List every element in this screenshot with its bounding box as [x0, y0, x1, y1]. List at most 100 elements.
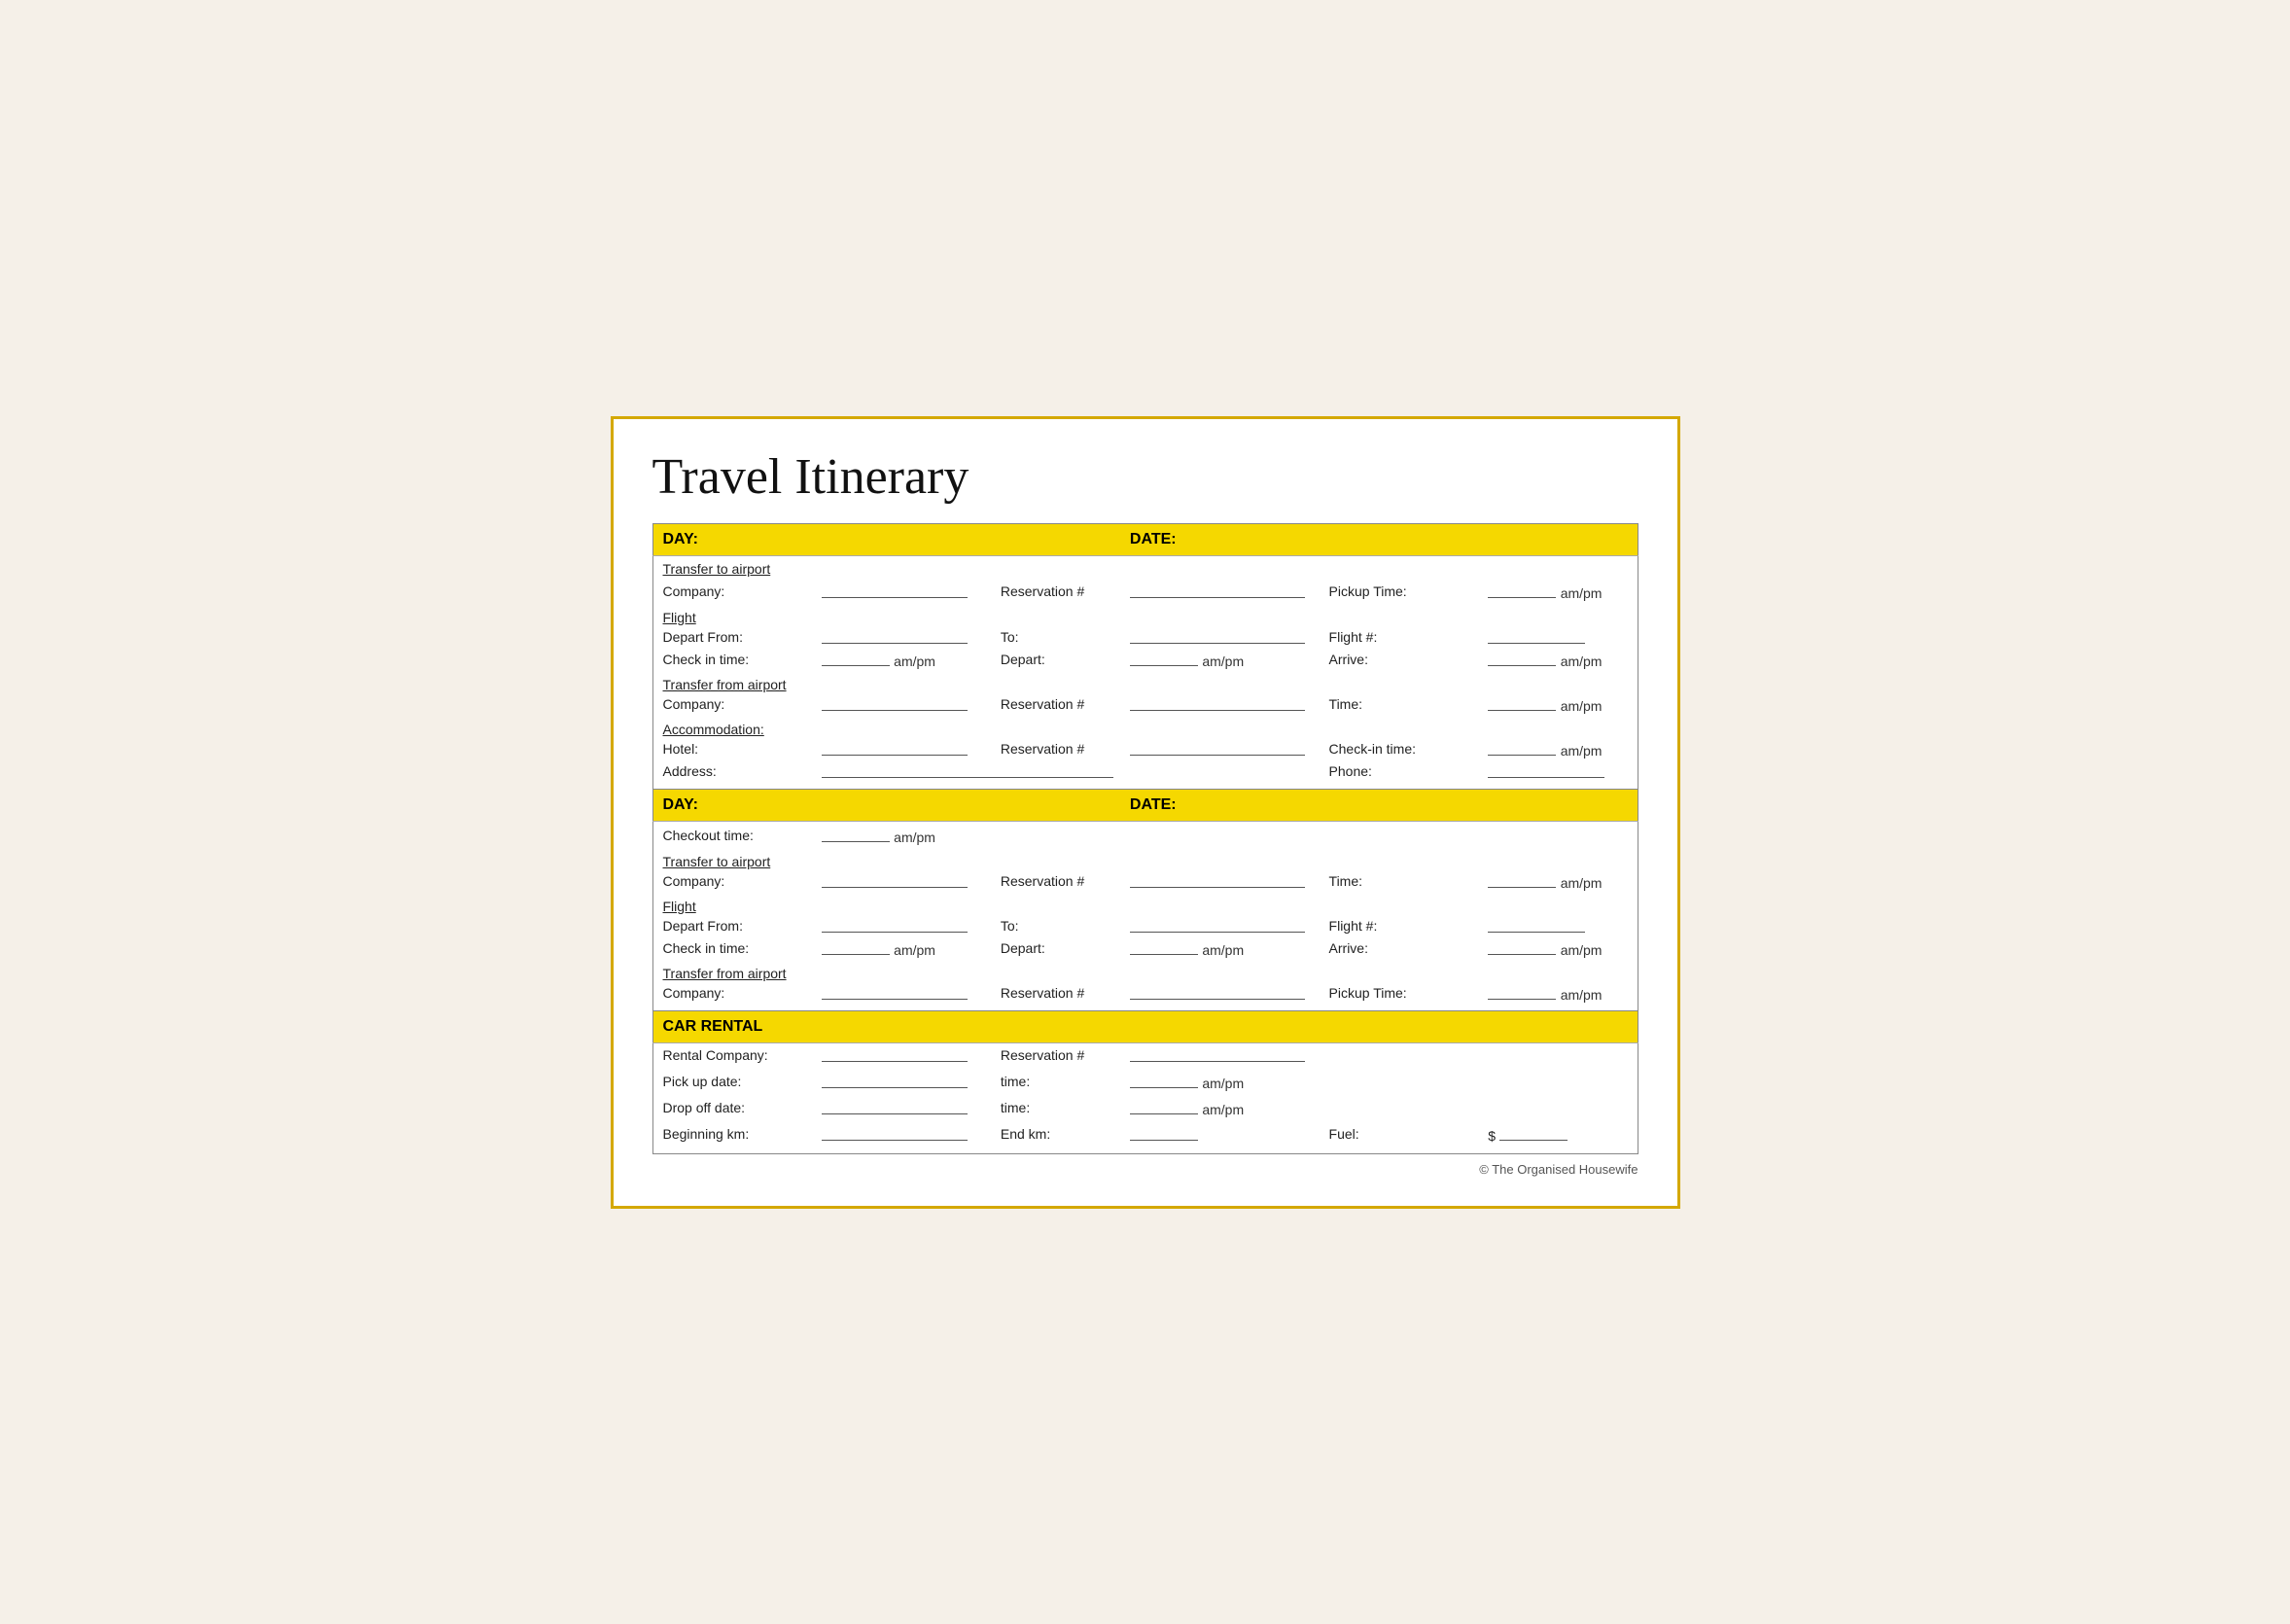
day1-accom-reservation-label: Reservation # — [1001, 741, 1084, 757]
dropoff-time-label: time: — [1001, 1100, 1030, 1115]
day2-checkin-field[interactable] — [822, 939, 890, 955]
day2-checkout-label: Checkout time: — [663, 828, 754, 843]
day1-depart-label: Depart: — [1001, 652, 1045, 667]
fuel-field[interactable] — [1499, 1125, 1568, 1141]
day1-pickup-time-label: Pickup Time: — [1329, 583, 1407, 599]
pickup-date-field[interactable] — [822, 1073, 968, 1088]
day1-arrive-label: Arrive: — [1329, 652, 1368, 667]
day2-checkout-field[interactable] — [822, 827, 890, 842]
day2-date-label: DATE: — [1130, 796, 1177, 813]
day2-tta-reservation-field[interactable] — [1130, 872, 1305, 888]
day1-depart-field[interactable] — [1130, 651, 1198, 666]
day2-flight-hash-field[interactable] — [1488, 917, 1585, 933]
pickup-date-label: Pick up date: — [663, 1074, 742, 1089]
day2-tfrom-reservation-field[interactable] — [1130, 984, 1305, 1000]
day2-arrive-label: Arrive: — [1329, 940, 1368, 956]
day1-date-label: DATE: — [1130, 531, 1177, 547]
day1-transfer-to-airport-label: Transfer to airport — [663, 561, 771, 577]
day1-arrive-ampm: am/pm — [1561, 653, 1603, 669]
day1-tfrom-reservation-field[interactable] — [1130, 695, 1305, 711]
day2-to-field[interactable] — [1130, 917, 1305, 933]
day1-accommodation-row2: Address: Phone: — [652, 761, 1638, 790]
day1-tfrom-ampm: am/pm — [1561, 698, 1603, 714]
day2-tfrom-pickup-field[interactable] — [1488, 984, 1556, 1000]
day2-depart-field[interactable] — [1130, 939, 1198, 955]
day2-tta-reservation-label: Reservation # — [1001, 873, 1084, 889]
day1-accommodation-row1: Hotel: Reservation # Check-in time: am/p… — [652, 739, 1638, 761]
day2-tta-time-field[interactable] — [1488, 872, 1556, 888]
car-rental-row4: Beginning km: End km: Fuel: $ — [652, 1122, 1638, 1154]
day1-address-field[interactable] — [822, 762, 1113, 778]
beginning-km-field[interactable] — [822, 1125, 968, 1141]
day2-arrive-ampm: am/pm — [1561, 942, 1603, 958]
day2-transfer-to-airport-label-row: Transfer to airport — [652, 849, 1638, 871]
day1-accommodation-label-row: Accommodation: — [652, 717, 1638, 739]
dropoff-time-ampm: am/pm — [1202, 1102, 1244, 1117]
day1-flight-label: Flight — [663, 610, 696, 625]
day2-checkin-label: Check in time: — [663, 940, 750, 956]
car-rental-row3: Drop off date: time: am/pm — [652, 1096, 1638, 1122]
dollar-sign: $ — [1488, 1128, 1496, 1144]
day1-depart-from-field[interactable] — [822, 628, 968, 644]
car-rental-label: CAR RENTAL — [663, 1018, 763, 1035]
day1-reservation-field[interactable] — [1130, 583, 1305, 598]
day1-day-label: DAY: — [663, 531, 698, 547]
day1-depart-from-label: Depart From: — [663, 629, 743, 645]
day2-header-row: DAY: DATE: — [652, 789, 1638, 821]
day2-depart-ampm: am/pm — [1202, 942, 1244, 958]
day2-transfer-from-airport-label: Transfer from airport — [663, 966, 787, 981]
day2-tfrom-company-field[interactable] — [822, 984, 968, 1000]
dropoff-date-label: Drop off date: — [663, 1100, 746, 1115]
day1-pickup-time-field[interactable] — [1488, 583, 1556, 598]
day1-header-row: DAY: DATE: — [652, 523, 1638, 555]
day1-phone-field[interactable] — [1488, 762, 1604, 778]
day1-accom-reservation-field[interactable] — [1130, 740, 1305, 756]
day2-flight-hash-label: Flight #: — [1329, 918, 1378, 934]
day1-checkin-field[interactable] — [822, 651, 890, 666]
day1-checkin-label: Check in time: — [663, 652, 750, 667]
day1-checkin-time-field[interactable] — [1488, 740, 1556, 756]
end-km-field[interactable] — [1130, 1125, 1198, 1141]
day2-day-label: DAY: — [663, 796, 698, 813]
rental-company-field[interactable] — [822, 1046, 968, 1062]
day1-reservation-label: Reservation # — [1001, 583, 1084, 599]
day1-address-label: Address: — [663, 763, 717, 779]
day1-to-field[interactable] — [1130, 628, 1305, 644]
day1-flight-row2: Check in time: am/pm Depart: am/pm Arriv… — [652, 650, 1638, 672]
day1-tfrom-company-field[interactable] — [822, 695, 968, 711]
day1-hotel-field[interactable] — [822, 740, 968, 756]
day2-depart-from-label: Depart From: — [663, 918, 743, 934]
day1-flight-hash-field[interactable] — [1488, 628, 1585, 644]
day1-depart-ampm: am/pm — [1202, 653, 1244, 669]
page-title: Travel Itinerary — [652, 448, 1638, 506]
car-rental-row2: Pick up date: time: am/pm — [652, 1070, 1638, 1096]
day2-checkin-ampm: am/pm — [894, 942, 935, 958]
day1-checkin-time-label: Check-in time: — [1329, 741, 1416, 757]
car-reservation-field[interactable] — [1130, 1046, 1305, 1062]
day2-tfrom-ampm: am/pm — [1561, 987, 1603, 1003]
day2-tta-company-field[interactable] — [822, 872, 968, 888]
day1-transfer-to-airport-fields-row: Company: Reservation # Pickup Time: am/p… — [652, 581, 1638, 605]
footer-text: © The Organised Housewife — [1479, 1162, 1638, 1177]
dropoff-date-field[interactable] — [822, 1099, 968, 1114]
day2-depart-from-field[interactable] — [822, 917, 968, 933]
day2-tta-company-label: Company: — [663, 873, 725, 889]
day1-phone-label: Phone: — [1329, 763, 1372, 779]
pickup-time-field[interactable] — [1130, 1073, 1198, 1088]
day1-pickup-ampm: am/pm — [1561, 585, 1603, 601]
pickup-time-label: time: — [1001, 1074, 1030, 1089]
day2-arrive-field[interactable] — [1488, 939, 1556, 955]
day2-checkout-row: Checkout time: am/pm — [652, 821, 1638, 849]
day2-tta-ampm: am/pm — [1561, 875, 1603, 891]
page: Travel Itinerary DAY: DATE: Transfer to … — [611, 416, 1680, 1209]
day1-tfrom-time-field[interactable] — [1488, 695, 1556, 711]
day1-arrive-field[interactable] — [1488, 651, 1556, 666]
day1-tfrom-company-label: Company: — [663, 696, 725, 712]
pickup-time-ampm: am/pm — [1202, 1076, 1244, 1091]
day2-flight-row2: Check in time: am/pm Depart: am/pm Arriv… — [652, 938, 1638, 961]
rental-company-label: Rental Company: — [663, 1047, 768, 1063]
day2-transfer-from-airport-fields-row: Company: Reservation # Pickup Time: am/p… — [652, 983, 1638, 1011]
dropoff-time-field[interactable] — [1130, 1099, 1198, 1114]
car-reservation-label: Reservation # — [1001, 1047, 1084, 1063]
day1-company-field[interactable] — [822, 583, 968, 598]
